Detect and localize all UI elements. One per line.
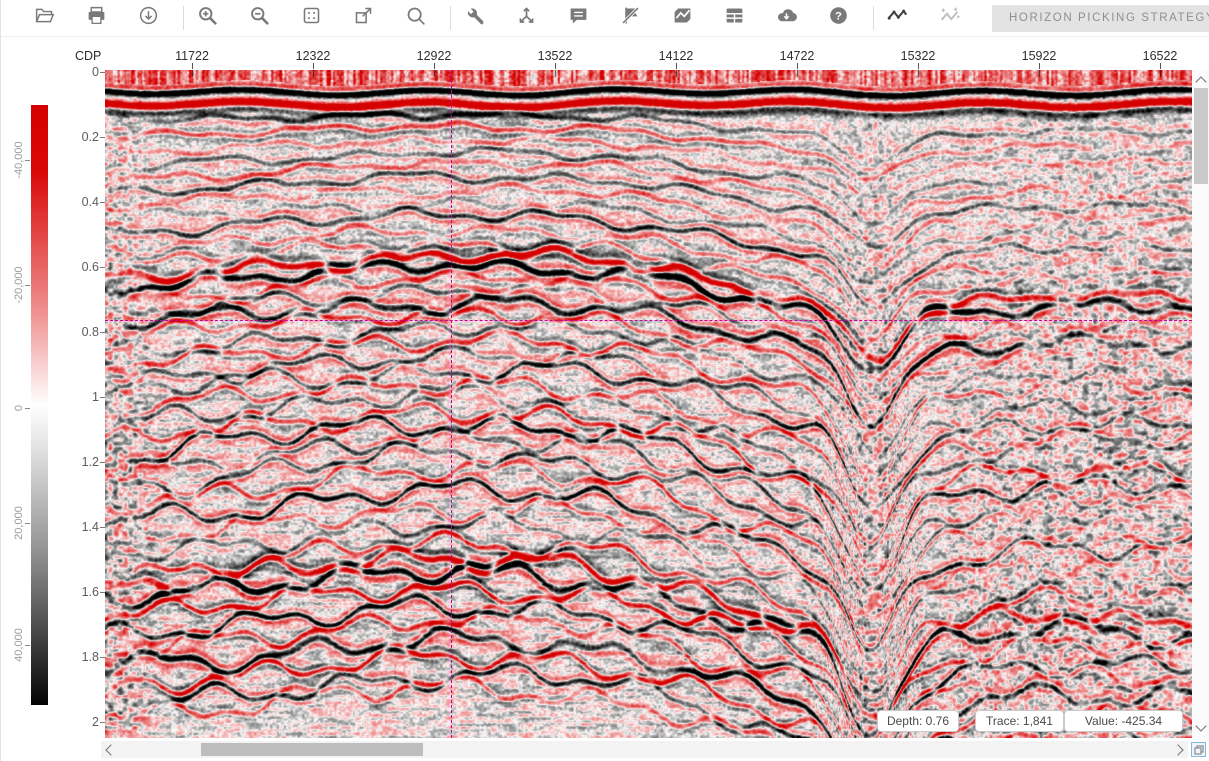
- depth-tick-label: 0.4: [65, 195, 99, 209]
- depth-tick-label: 1.4: [65, 520, 99, 534]
- depth-tick-label: 0: [65, 65, 99, 79]
- trace-readout: Trace: 1,841: [975, 710, 1064, 732]
- colorbar-tick-label: -20,000: [13, 255, 25, 315]
- help-button[interactable]: ?: [827, 7, 849, 29]
- fit-view-button[interactable]: [300, 7, 322, 29]
- open-folder-icon: [34, 5, 55, 31]
- data-table-button[interactable]: [723, 7, 745, 29]
- cdp-tick-label: 16522: [1143, 49, 1178, 63]
- colorbar-tick-label: 40,000: [13, 615, 25, 675]
- cdp-tick-label: 15922: [1022, 49, 1057, 63]
- cdp-tick-label: 14122: [659, 49, 694, 63]
- cdp-tick-label: 15322: [901, 49, 936, 63]
- search-icon: [405, 5, 426, 31]
- hide-flags-button[interactable]: [619, 7, 641, 29]
- cdp-tick-label: 14722: [780, 49, 815, 63]
- seismic-section[interactable]: [105, 70, 1192, 738]
- cdp-tick: [1160, 63, 1161, 69]
- scroll-right-arrow-icon[interactable]: [1172, 744, 1183, 755]
- colorbar-tick: [25, 285, 30, 286]
- comments-button[interactable]: [567, 7, 589, 29]
- colorbar-tick: [25, 408, 30, 409]
- axes-move-icon: [516, 5, 537, 31]
- depth-tick-label: 1.2: [65, 455, 99, 469]
- cloud-download-icon: [776, 5, 797, 31]
- horizon-picking-strategy-button[interactable]: HORIZON PICKING STRATEGY: [992, 5, 1209, 32]
- scroll-up-arrow-icon[interactable]: [1195, 76, 1206, 87]
- colorbar-tick-label: 0: [13, 378, 25, 438]
- cdp-tick-label: 13522: [538, 49, 573, 63]
- area-chart-button[interactable]: [671, 7, 693, 29]
- print-icon: [86, 5, 107, 31]
- vertical-scrollbar-thumb[interactable]: [1194, 88, 1208, 184]
- cdp-tick: [434, 63, 435, 69]
- settings-wrench-button[interactable]: [463, 7, 485, 29]
- print-button[interactable]: [85, 7, 107, 29]
- colorbar-tick: [25, 160, 30, 161]
- zoom-out-button[interactable]: [248, 7, 270, 29]
- colorbar-tick-label: -40,000: [13, 130, 25, 190]
- open-external-button[interactable]: [352, 7, 374, 29]
- depth-readout: Depth: 0.76: [877, 710, 959, 732]
- cdp-tick: [313, 63, 314, 69]
- cdp-tick: [797, 63, 798, 69]
- depth-tick-label: 1.6: [65, 585, 99, 599]
- cdp-tick: [918, 63, 919, 69]
- cdp-axis-title: CDP: [75, 49, 101, 63]
- cdp-tick: [1039, 63, 1040, 69]
- colorbar-tick-label: 20,000: [13, 493, 25, 553]
- depth-tick-label: 1: [65, 390, 99, 404]
- depth-tick-label: 0.2: [65, 130, 99, 144]
- fit-view-icon: [301, 5, 322, 31]
- cdp-tick: [192, 63, 193, 69]
- depth-tick-label: 0.8: [65, 325, 99, 339]
- cdp-tick: [676, 63, 677, 69]
- depth-tick-label: 0.6: [65, 260, 99, 274]
- flag-slash-icon: [620, 5, 641, 31]
- toolbar-divider: [450, 6, 451, 30]
- horizontal-scrollbar[interactable]: [101, 741, 1188, 758]
- area-chart-icon: [672, 5, 693, 31]
- horizontal-scrollbar-thumb[interactable]: [201, 743, 423, 756]
- restore-view-button[interactable]: [1191, 742, 1206, 757]
- zoom-in-button[interactable]: [196, 7, 218, 29]
- help-icon: ?: [828, 5, 849, 31]
- colorbar-tick: [25, 523, 30, 524]
- depth-tick-label: 1.8: [65, 650, 99, 664]
- colorbar-tick: [25, 645, 30, 646]
- open-external-icon: [353, 5, 374, 31]
- depth-tick-label: 2: [65, 715, 99, 729]
- comments-icon: [568, 5, 589, 31]
- search-button[interactable]: [404, 7, 426, 29]
- axes-move-button[interactable]: [515, 7, 537, 29]
- wrench-icon: [464, 5, 485, 31]
- table-icon: [724, 5, 745, 31]
- cdp-tick: [555, 63, 556, 69]
- download-button[interactable]: [137, 7, 159, 29]
- cdp-tick-label: 11722: [175, 49, 209, 63]
- vertical-scrollbar[interactable]: [1192, 70, 1209, 738]
- cdp-tick-label: 12922: [417, 49, 452, 63]
- zoom-in-icon: [197, 5, 218, 31]
- cloud-download-button[interactable]: [775, 7, 797, 29]
- value-readout: Value: -425.34: [1064, 710, 1183, 732]
- toolbar: ? HORIZON PICKING STRATEGY: [1, 0, 1209, 37]
- polyline-sparkle-icon: [939, 5, 960, 31]
- scroll-down-arrow-icon[interactable]: [1195, 720, 1206, 731]
- auto-pick-horizon-button[interactable]: [938, 7, 960, 29]
- cdp-tick-label: 12322: [296, 49, 331, 63]
- toolbar-divider: [183, 6, 184, 30]
- open-folder-button[interactable]: [33, 7, 55, 29]
- polyline-icon: [887, 5, 908, 31]
- toolbar-divider: [873, 6, 874, 30]
- zoom-out-icon: [249, 5, 270, 31]
- amplitude-colorbar: [31, 105, 48, 705]
- scroll-left-arrow-icon[interactable]: [105, 744, 116, 755]
- download-circle-icon: [138, 5, 159, 31]
- pick-horizon-button[interactable]: [886, 7, 908, 29]
- svg-text:?: ?: [835, 10, 842, 22]
